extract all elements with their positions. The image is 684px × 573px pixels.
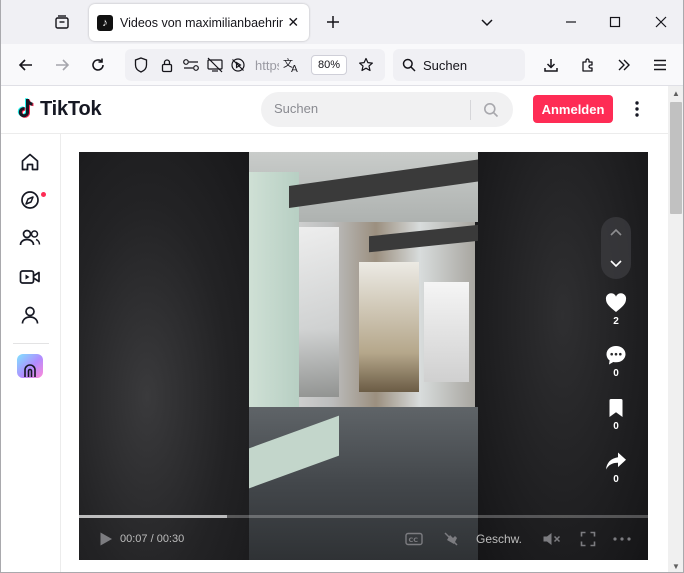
like-action[interactable]: 2 <box>601 290 631 328</box>
svg-text:A: A <box>291 64 298 73</box>
bookmark-star-icon[interactable] <box>357 56 375 74</box>
list-all-tabs-icon[interactable] <box>475 10 499 34</box>
playback-speed-label[interactable]: Geschw. <box>476 528 522 550</box>
close-window-icon[interactable] <box>647 8 675 36</box>
maximize-icon[interactable] <box>601 8 629 36</box>
next-video-chevron-down-icon[interactable] <box>601 249 631 279</box>
shield-icon[interactable] <box>132 56 150 74</box>
reload-icon[interactable] <box>84 51 112 79</box>
tab-active[interactable]: ♪ Videos von maximilianbaehring ✕ <box>89 4 309 41</box>
like-count: 2 <box>613 316 619 327</box>
browser-search-label: Suchen <box>423 57 468 73</box>
live-studio-icon[interactable] <box>17 354 43 378</box>
captions-icon[interactable]: CC <box>404 528 424 550</box>
tiktok-header: TikTok Anmelden <box>1 86 668 134</box>
screen-share-blocked-icon[interactable] <box>206 56 224 74</box>
url-bar[interactable]: https 文A 80% <box>125 49 385 81</box>
tiktok-search-button[interactable] <box>478 98 504 122</box>
video-controls: 00:07 / 00:30 CC Geschw. <box>79 522 648 558</box>
comment-icon[interactable] <box>601 342 631 368</box>
quality-icon[interactable] <box>441 528 461 550</box>
tiktok-logo-text: TikTok <box>40 97 102 120</box>
heart-icon[interactable] <box>601 290 631 316</box>
more-options-icon[interactable] <box>627 97 647 121</box>
search-icon <box>402 58 416 72</box>
extensions-icon[interactable] <box>574 51 602 79</box>
fullscreen-icon[interactable] <box>578 528 598 550</box>
scroll-up-icon[interactable]: ▲ <box>668 86 683 100</box>
page-scrollbar[interactable]: ▲ ▼ <box>668 86 683 572</box>
minimize-icon[interactable] <box>557 8 585 36</box>
scroll-down-icon[interactable]: ▼ <box>668 559 683 572</box>
search-divider <box>470 100 471 120</box>
tiktok-sidebar <box>1 134 61 572</box>
profile-icon[interactable] <box>18 303 42 327</box>
forward-icon[interactable] <box>48 51 76 79</box>
video-player[interactable] <box>79 152 648 560</box>
muted-volume-icon[interactable] <box>541 528 563 550</box>
zoom-level-badge[interactable]: 80% <box>311 55 347 75</box>
tiktok-page: TikTok Anmelden <box>1 86 668 572</box>
tiktok-search-bar <box>261 92 513 127</box>
scroll-thumb[interactable] <box>670 102 682 214</box>
tiktok-logo[interactable]: TikTok <box>15 97 102 121</box>
svg-text:CC: CC <box>409 536 419 544</box>
tab-strip: ♪ Videos von maximilianbaehring ✕ <box>1 0 683 44</box>
search-icon <box>484 103 499 118</box>
more-horizontal-icon[interactable] <box>612 528 632 550</box>
hamburger-menu-icon[interactable] <box>646 51 674 79</box>
permissions-icon[interactable] <box>182 56 200 74</box>
autoplay-blocked-icon[interactable] <box>229 56 247 74</box>
translate-icon[interactable]: 文A <box>283 56 301 74</box>
login-button[interactable]: Anmelden <box>533 95 613 123</box>
browser-search-box[interactable]: Suchen <box>393 49 525 81</box>
following-icon[interactable] <box>18 226 42 250</box>
overflow-chevrons-icon[interactable] <box>610 51 638 79</box>
lock-icon[interactable] <box>158 56 176 74</box>
video-progress-bar[interactable] <box>79 515 648 518</box>
video-frame[interactable] <box>249 152 478 560</box>
notification-dot <box>41 192 46 197</box>
tab-title: Videos von maximilianbaehring <box>120 15 284 30</box>
save-count: 0 <box>613 421 619 432</box>
previous-video-chevron-up-icon[interactable] <box>601 217 631 247</box>
explore-compass-icon[interactable] <box>18 188 42 212</box>
video-nav-stack <box>601 217 631 279</box>
share-count: 0 <box>613 474 619 485</box>
tiktok-search-input[interactable] <box>274 101 464 116</box>
new-tab-icon[interactable] <box>321 10 345 34</box>
video-time: 00:07 / 00:30 <box>120 533 185 545</box>
comment-count: 0 <box>613 368 619 379</box>
navigation-bar: https 文A 80% Suchen <box>1 44 683 86</box>
play-icon[interactable] <box>97 528 115 550</box>
share-arrow-icon[interactable] <box>601 448 631 474</box>
firefox-view-icon[interactable] <box>49 10 75 34</box>
bookmark-icon[interactable] <box>601 395 631 421</box>
live-camera-icon[interactable] <box>18 265 42 289</box>
url-text[interactable]: https <box>255 58 279 73</box>
video-blur-left <box>79 152 249 560</box>
save-action[interactable]: 0 <box>601 395 631 433</box>
home-icon[interactable] <box>18 150 42 174</box>
share-action[interactable]: 0 <box>601 448 631 486</box>
comment-action[interactable]: 0 <box>601 342 631 380</box>
video-progress-fill <box>79 515 227 518</box>
browser-window: ♪ Videos von maximilianbaehring ✕ http 文… <box>0 0 684 573</box>
back-icon[interactable] <box>12 51 40 79</box>
tab-close-icon[interactable]: ✕ <box>285 14 301 31</box>
tiktok-note-icon <box>17 98 34 118</box>
downloads-icon[interactable] <box>537 51 565 79</box>
tiktok-favicon-icon: ♪ <box>97 14 113 31</box>
sidebar-divider <box>13 343 49 344</box>
